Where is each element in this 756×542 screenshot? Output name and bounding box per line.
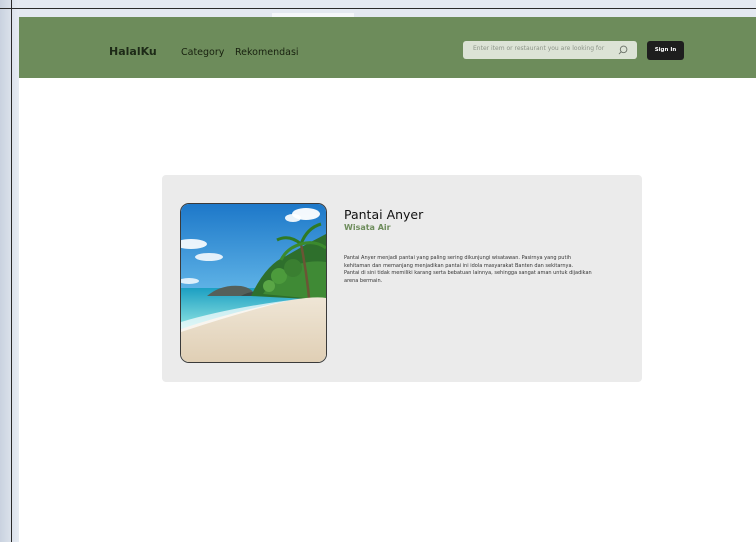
frame-outline-left <box>11 0 12 542</box>
destination-card: Pantai Anyer Wisata Air Pantai Anyer men… <box>162 175 642 382</box>
frame-outline-top <box>0 8 756 9</box>
page: HalalKu Category Rekomendasi Enter item … <box>19 17 756 542</box>
brand-logo[interactable]: HalalKu <box>109 45 157 58</box>
search-placeholder: Enter item or restaurant you are looking… <box>473 45 605 52</box>
beach-photo <box>180 203 327 363</box>
destination-title: Pantai Anyer <box>344 207 424 222</box>
destination-category: Wisata Air <box>344 223 391 232</box>
navbar: HalalKu Category Rekomendasi Enter item … <box>19 17 756 78</box>
window-left-frame <box>0 0 19 542</box>
beach-image <box>181 204 326 362</box>
nav-link-rekomendasi[interactable]: Rekomendasi <box>235 47 299 58</box>
search-icon[interactable] <box>618 45 628 55</box>
description-paragraph-2: Pantai di sini tidak memiliki karang ser… <box>344 270 592 284</box>
search-input[interactable]: Enter item or restaurant you are looking… <box>463 41 637 59</box>
nav-link-category[interactable]: Category <box>181 47 224 58</box>
sign-in-button[interactable]: Sign In <box>647 41 684 60</box>
destination-description: Pantai Anyer menjadi pantai yang paling … <box>344 255 594 285</box>
description-paragraph-1: Pantai Anyer menjadi pantai yang paling … <box>344 255 574 269</box>
